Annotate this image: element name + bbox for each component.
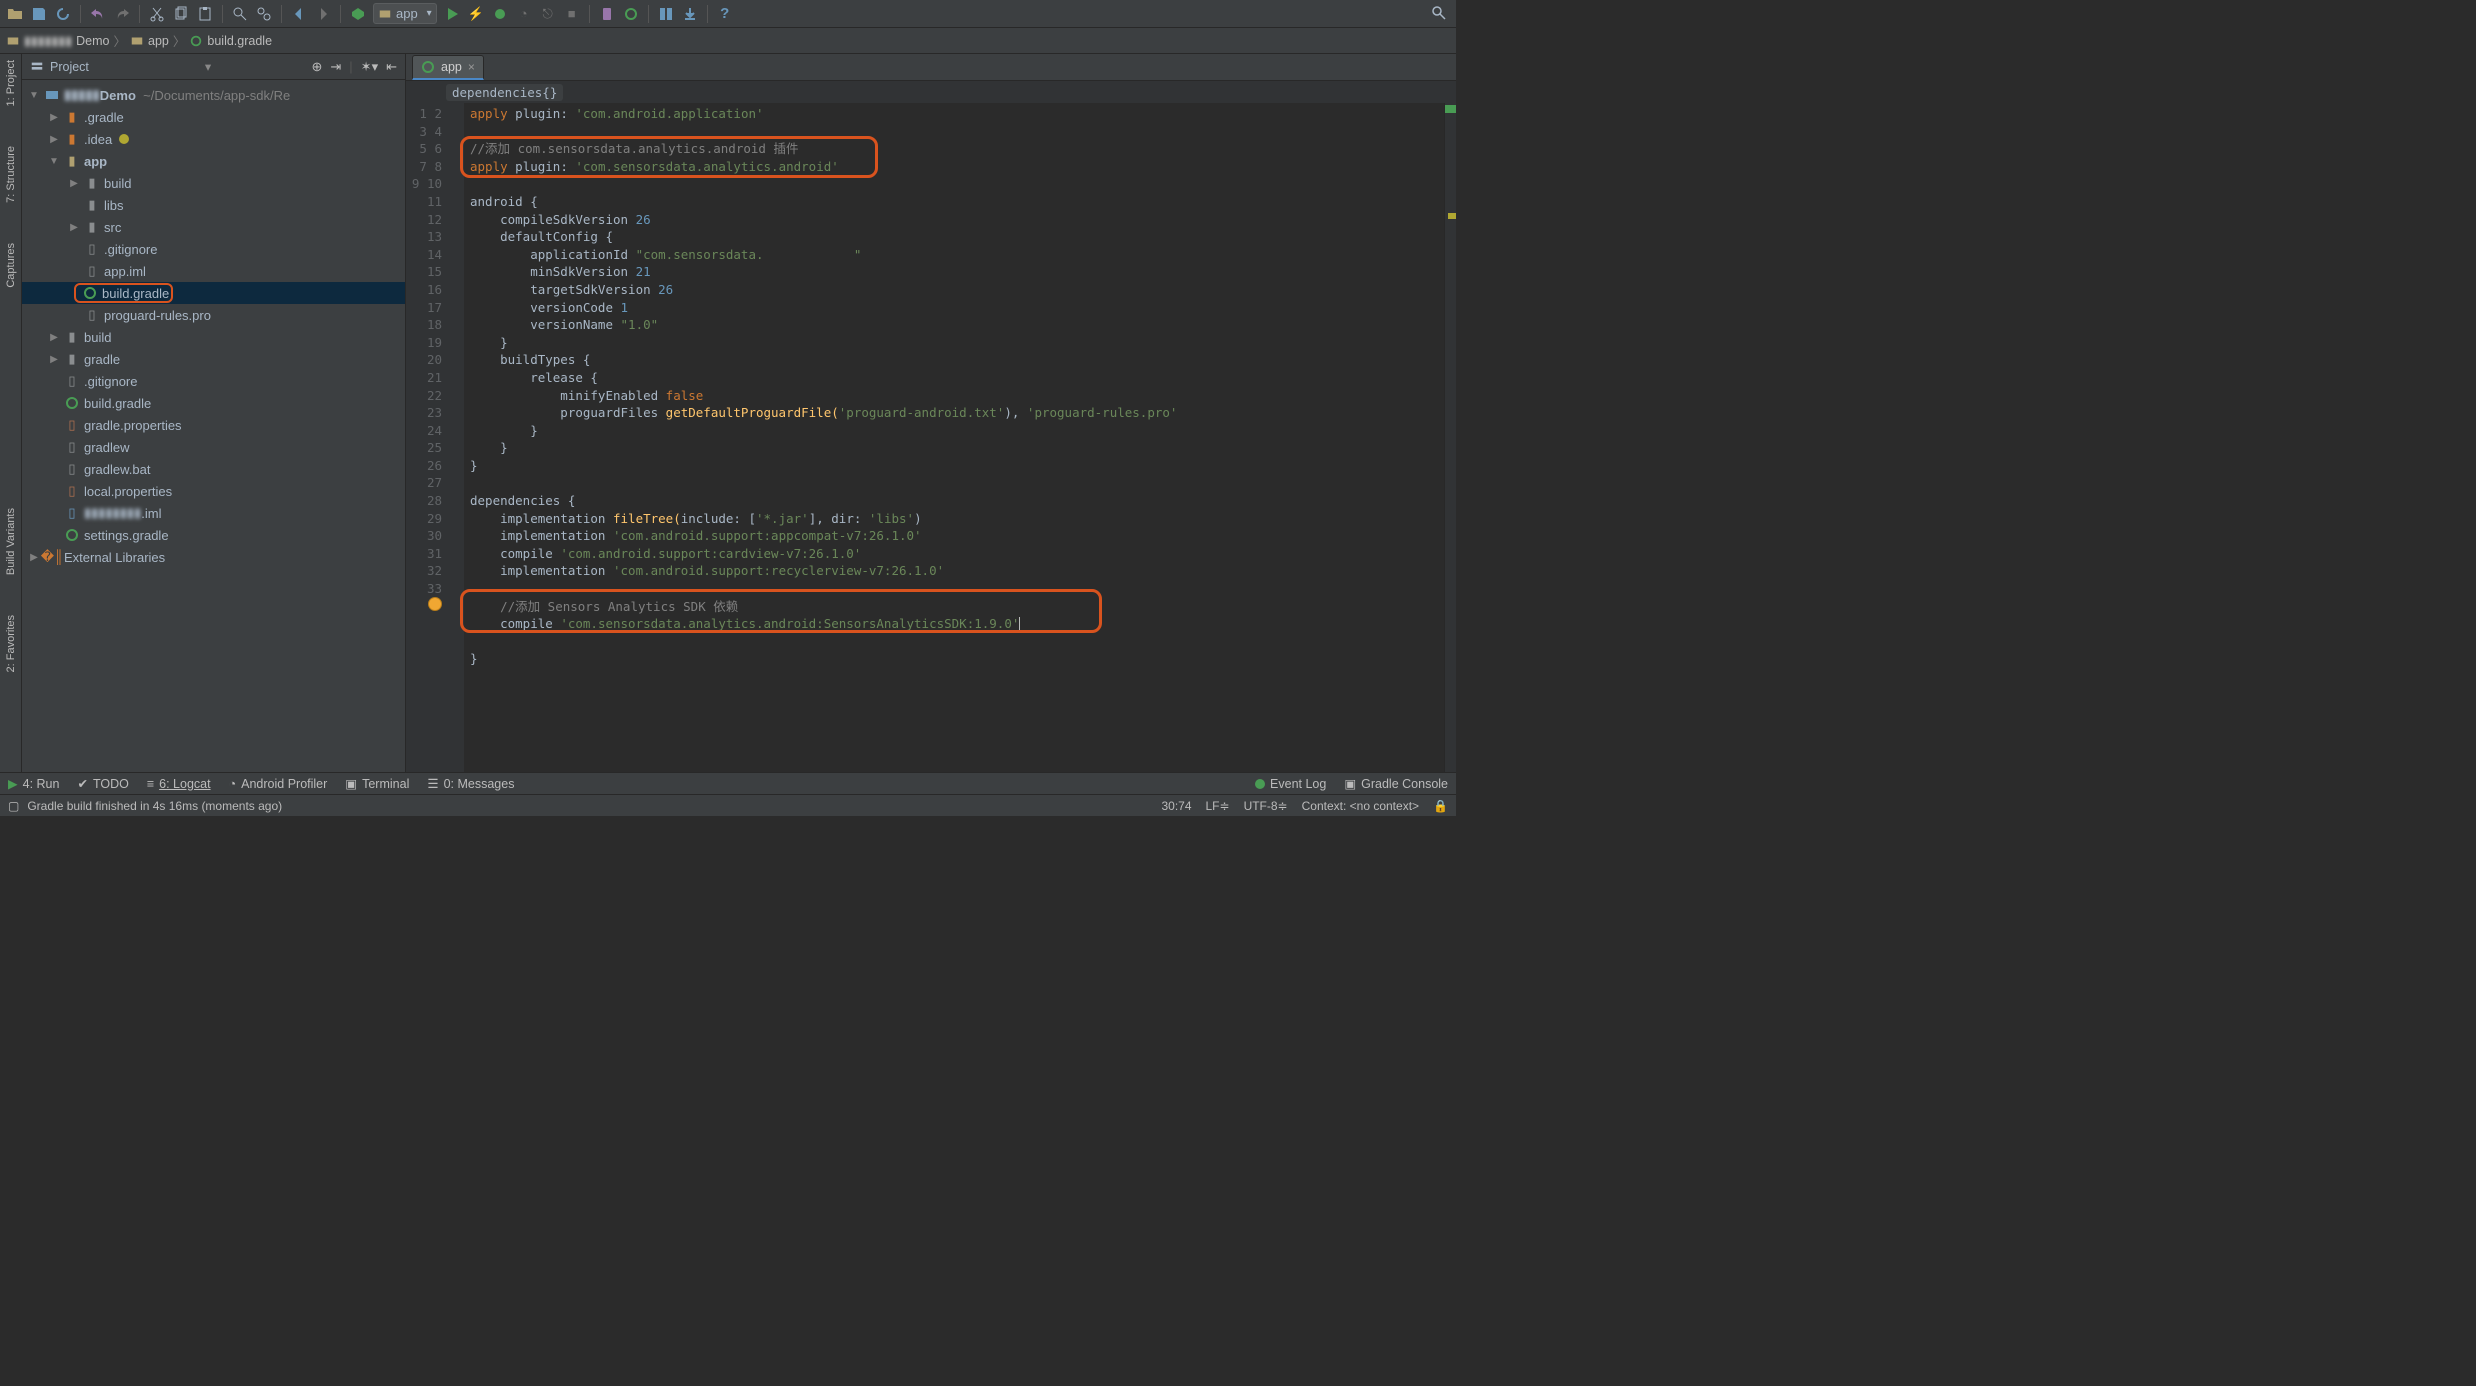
stop-icon[interactable]: ■ [563,5,581,23]
find-icon[interactable] [231,5,249,23]
paste-icon[interactable] [196,5,214,23]
main-toolbar: app ⚡ ◔ ⎋ ■ ? [0,0,1456,28]
bottom-terminal[interactable]: ▣Terminal [345,776,409,791]
tree-buildgradle2[interactable]: build.gradle [22,392,405,414]
editor-tab-app[interactable]: app × [412,55,484,80]
side-build-variants[interactable]: Build Variants [5,508,17,575]
tree-proguard[interactable]: ▯proguard-rules.pro [22,304,405,326]
collapse-icon[interactable]: ⇥ [330,59,341,75]
side-favorites[interactable]: 2: Favorites [5,615,17,672]
profile-icon[interactable]: ◔ [515,5,533,23]
layout-icon[interactable] [657,5,675,23]
tree-gitignore[interactable]: ▯.gitignore [22,238,405,260]
tree-extlib[interactable]: ▶�║External Libraries [22,546,405,568]
line-gutter: 1 2 3 4 5 6 7 8 9 10 11 12 13 14 15 16 1… [406,103,450,772]
project-tool-window: Project▾ ⊕ ⇥ | ✶▾ ⇤ ▼▮▮▮▮▮Demo ~/Documen… [22,54,406,772]
sdk-icon[interactable] [622,5,640,23]
tree-gitignore2[interactable]: ▯.gitignore [22,370,405,392]
tree-app[interactable]: ▼▮app [22,150,405,172]
undo-icon[interactable] [89,5,107,23]
forward-icon[interactable] [314,5,332,23]
fold-gutter[interactable] [450,103,464,772]
cut-icon[interactable] [148,5,166,23]
bottom-messages[interactable]: ☰0: Messages [427,776,514,791]
search-everywhere-icon[interactable] [1430,4,1448,22]
navigation-breadcrumb: ▮▮▮▮▮▮▮Demo 〉 app 〉 build.gradle [0,28,1456,54]
copy-icon[interactable] [172,5,190,23]
run-config-label: app [396,6,418,21]
bottom-logcat[interactable]: ≡6: Logcat [147,777,211,791]
breadcrumb-root[interactable]: ▮▮▮▮▮▮▮Demo [6,33,110,48]
tree-build[interactable]: ▶▮build [22,172,405,194]
code-editor[interactable]: apply plugin: 'com.android.application' … [464,103,1444,772]
tree-settingsgradle[interactable]: settings.gradle [22,524,405,546]
side-structure[interactable]: 7: Structure [5,146,17,203]
target-icon[interactable]: ⊕ [311,59,322,75]
status-encoding[interactable]: UTF-8≑ [1244,799,1288,813]
tree-gradleprops[interactable]: ▯gradle.properties [22,414,405,436]
bottom-tool-bar: ▶4: Run ✔TODO ≡6: Logcat ◔Android Profil… [0,772,1456,794]
download-icon[interactable] [681,5,699,23]
tree-gradlew[interactable]: ▯gradlew [22,436,405,458]
side-project[interactable]: 1: Project [5,60,17,106]
intention-bulb-icon[interactable] [428,597,442,611]
project-tree[interactable]: ▼▮▮▮▮▮Demo ~/Documents/app-sdk/Re ▶▮.gra… [22,80,405,772]
bottom-run[interactable]: ▶4: Run [8,776,59,791]
help-icon[interactable]: ? [716,5,734,23]
debug-icon[interactable] [491,5,509,23]
bottom-profiler[interactable]: ◔Android Profiler [229,777,328,791]
apply-changes-icon[interactable]: ⚡ [467,5,485,23]
attach-icon[interactable]: ⎋ [539,5,557,23]
status-message: Gradle build finished in 4s 16ms (moment… [27,799,282,813]
open-icon[interactable] [6,5,24,23]
run-config-combo[interactable]: app [373,3,437,24]
make-icon[interactable] [349,5,367,23]
redo-icon[interactable] [113,5,131,23]
tree-localprops[interactable]: ▯local.properties [22,480,405,502]
hide-icon[interactable]: ⇤ [386,59,397,75]
replace-icon[interactable] [255,5,273,23]
side-captures[interactable]: Captures [5,243,17,288]
tree-root[interactable]: ▼▮▮▮▮▮Demo ~/Documents/app-sdk/Re [22,84,405,106]
bottom-todo[interactable]: ✔TODO [77,776,128,791]
status-icon[interactable]: ▢ [8,799,19,813]
tree-gradle-dir[interactable]: ▶▮.gradle [22,106,405,128]
tab-close-icon[interactable]: × [468,60,475,74]
status-caret-pos[interactable]: 30:74 [1161,799,1191,813]
tree-gradlewbat[interactable]: ▯gradlew.bat [22,458,405,480]
tree-buildgradle[interactable]: build.gradle [22,282,405,304]
left-tool-stripe: 1: Project 7: Structure Captures Build V… [0,54,22,772]
tree-gradle2[interactable]: ▶▮gradle [22,348,405,370]
avd-icon[interactable] [598,5,616,23]
sync-icon[interactable] [54,5,72,23]
tree-iml[interactable]: ▯▮▮▮▮▮▮▮▮.iml [22,502,405,524]
status-line-sep[interactable]: LF≑ [1206,799,1230,813]
breadcrumb-app[interactable]: app [130,34,169,48]
tree-appiml[interactable]: ▯app.iml [22,260,405,282]
status-lock-icon[interactable]: 🔒 [1433,799,1448,813]
editor-tabbar: app × [406,54,1456,81]
panel-title: Project [50,60,89,74]
settings-icon[interactable]: ✶▾ [361,59,378,75]
bottom-gradleconsole[interactable]: ▣Gradle Console [1344,776,1448,791]
editor-scrollbar[interactable] [1444,103,1456,772]
status-bar: ▢ Gradle build finished in 4s 16ms (mome… [0,794,1456,816]
tree-build2[interactable]: ▶▮build [22,326,405,348]
bottom-eventlog[interactable]: Event Log [1255,777,1326,791]
save-icon[interactable] [30,5,48,23]
editor-breadcrumb[interactable]: dependencies{} [406,81,1456,103]
run-icon[interactable] [443,5,461,23]
tree-libs[interactable]: ▮libs [22,194,405,216]
editor-area: app × dependencies{} 1 2 3 4 5 6 7 8 9 1… [406,54,1456,772]
tree-src[interactable]: ▶▮src [22,216,405,238]
status-context[interactable]: Context: <no context> [1302,799,1419,813]
breadcrumb-file[interactable]: build.gradle [189,34,272,48]
back-icon[interactable] [290,5,308,23]
tree-idea-dir[interactable]: ▶▮.idea [22,128,405,150]
